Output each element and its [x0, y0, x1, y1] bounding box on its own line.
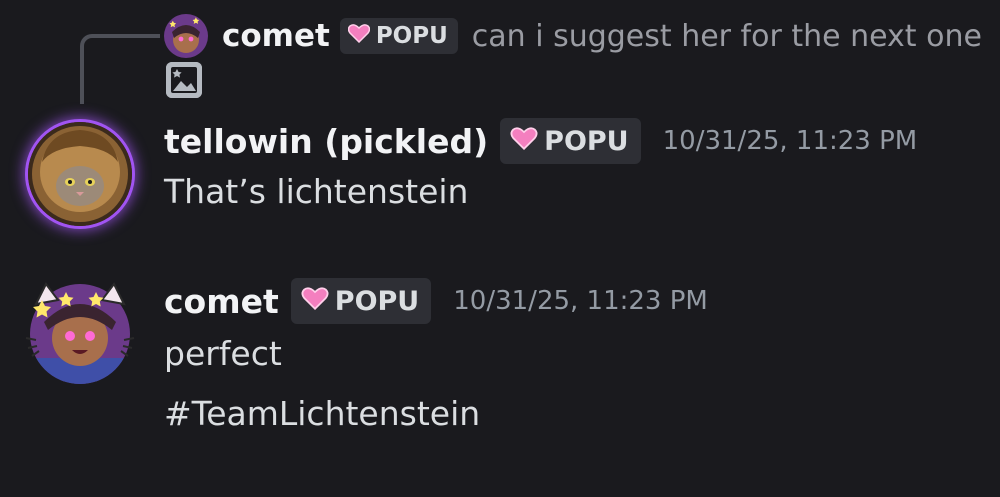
message-content: That’s lichtenstein — [164, 172, 469, 211]
chat-view: comet POPU can i suggest her for the nex… — [0, 0, 1000, 497]
guild-tag[interactable]: POPU — [290, 278, 432, 324]
message-timestamp[interactable]: 10/31/25, 11:23 PM — [453, 286, 708, 316]
avatar-tellowin[interactable] — [28, 122, 132, 226]
reply-reference[interactable]: comet POPU can i suggest her for the nex… — [164, 12, 982, 60]
avatar-comet[interactable] — [24, 278, 136, 386]
image-icon[interactable] — [166, 62, 202, 98]
author-name[interactable]: comet — [164, 282, 279, 321]
reply-guild-tag[interactable]: POPU — [339, 18, 458, 54]
heart-icon — [301, 286, 329, 317]
reply-tag-label: POPU — [375, 23, 448, 49]
message-content: perfect — [164, 334, 282, 373]
message-timestamp[interactable]: 10/31/25, 11:23 PM — [663, 126, 918, 156]
reply-avatar[interactable] — [164, 14, 208, 58]
reply-author-name[interactable]: comet — [222, 18, 330, 54]
heart-icon — [510, 126, 538, 157]
guild-tag-label: POPU — [334, 285, 420, 317]
author-name[interactable]: tellowin (pickled) — [164, 122, 488, 161]
message-content: #TeamLichtenstein — [164, 394, 481, 433]
message-header-tellowin: tellowin (pickled) POPU 10/31/25, 11:23 … — [164, 116, 917, 166]
message-header-comet: comet POPU 10/31/25, 11:23 PM — [164, 276, 708, 326]
reply-preview-text[interactable]: can i suggest her for the next one — [472, 19, 982, 54]
heart-icon — [347, 23, 371, 49]
guild-tag-label: POPU — [544, 125, 629, 157]
reply-connector-line — [80, 34, 160, 104]
guild-tag[interactable]: POPU — [500, 118, 641, 164]
